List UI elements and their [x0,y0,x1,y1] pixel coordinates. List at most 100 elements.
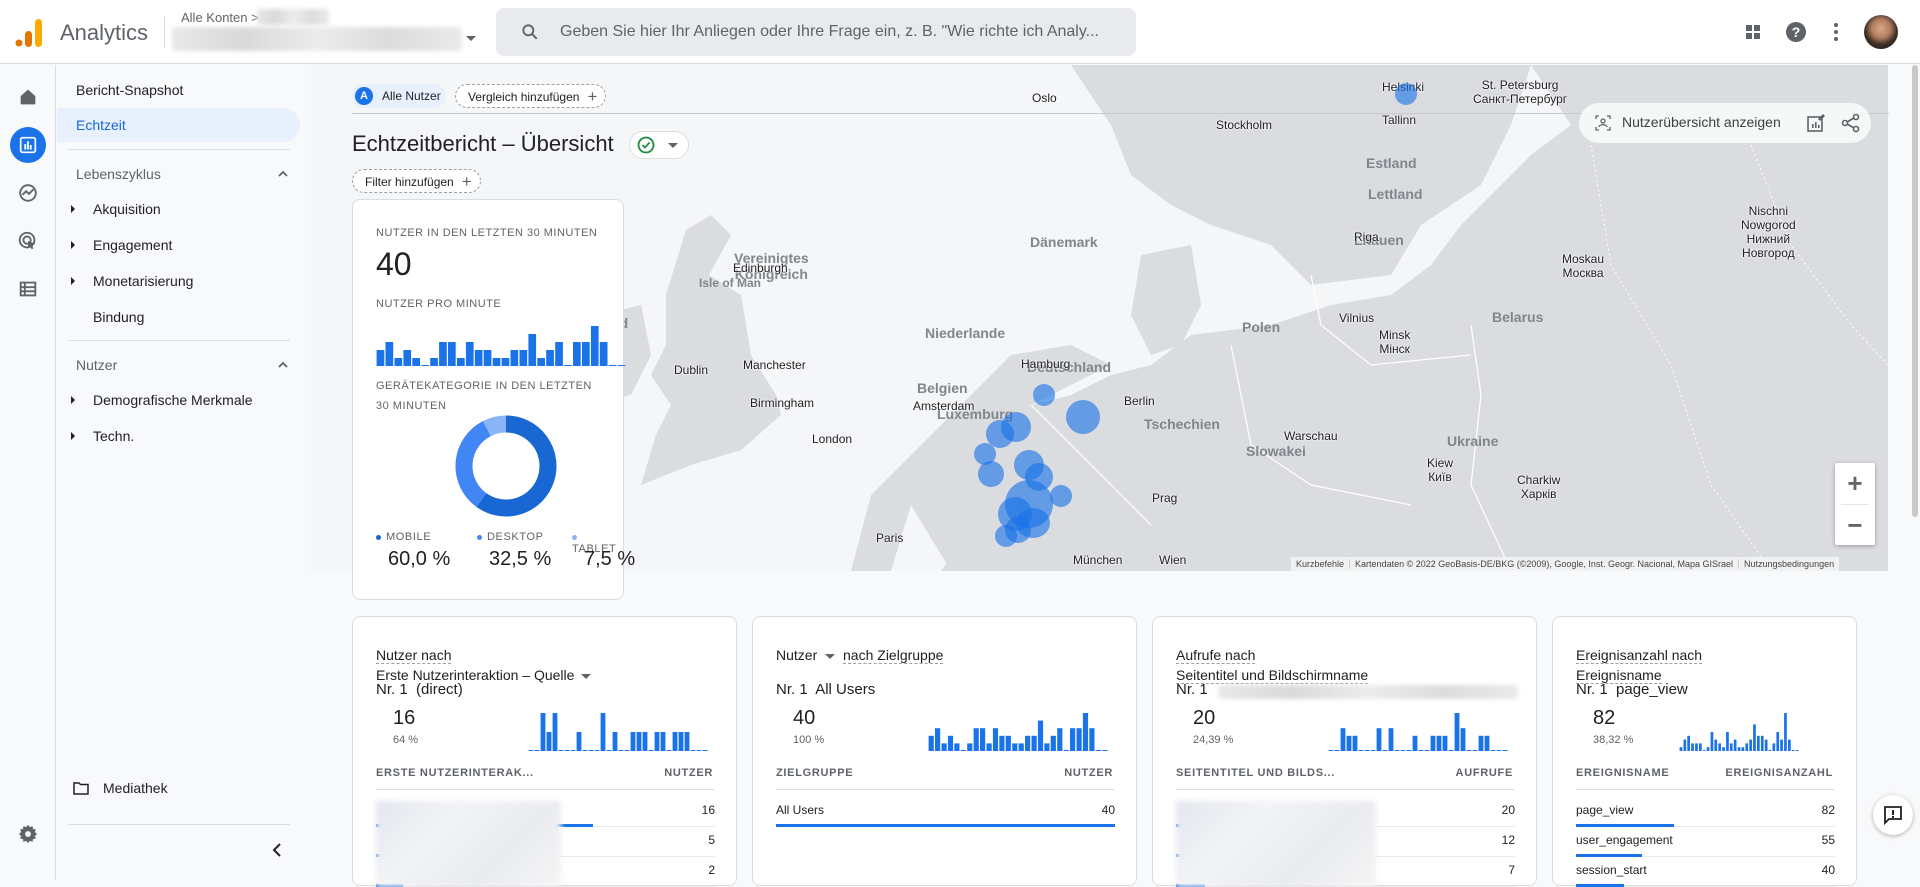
search-bar[interactable] [496,8,1136,56]
spark-bar[interactable] [588,750,594,751]
spark-bar[interactable] [421,365,429,366]
user-location-marker[interactable] [1001,412,1031,442]
spark-bar[interactable] [1460,728,1466,751]
spark-bar[interactable] [1430,735,1436,751]
nav-section-lifecycle[interactable]: Lebenszyklus [76,166,161,182]
spark-bar[interactable] [1394,750,1400,751]
spark-bar[interactable] [928,735,934,751]
metric-selector[interactable]: Nutzer [776,647,817,663]
spark-bar[interactable] [1718,743,1721,751]
spark-bar[interactable] [973,728,979,751]
spark-bar[interactable] [1679,747,1683,751]
spark-bar[interactable] [590,326,599,366]
user-location-marker[interactable] [1005,517,1031,543]
dimension-dropdown-caret-icon[interactable] [581,673,592,679]
spark-bar[interactable] [1037,720,1044,751]
spark-bar[interactable] [1780,739,1783,751]
donut-slice-mobile[interactable] [476,415,557,517]
chevron-up-icon[interactable] [277,359,289,371]
spark-bar[interactable] [1502,750,1508,751]
spark-bar[interactable] [618,750,624,751]
spark-bar[interactable] [1466,750,1472,751]
map-zoom-in-button[interactable]: + [1835,463,1875,503]
table-row[interactable]: All Users 40 [776,797,1115,827]
spark-bar[interactable] [1733,739,1737,751]
spark-bar[interactable] [564,365,572,366]
spark-bar[interactable] [947,735,954,751]
spark-bar[interactable] [1695,743,1698,751]
spark-bar[interactable] [564,750,570,751]
spark-bar[interactable] [1726,732,1729,751]
spark-bar[interactable] [954,743,960,751]
spark-bar[interactable] [1382,750,1388,751]
spark-bar[interactable] [1050,735,1056,751]
spark-bar[interactable] [1699,743,1702,751]
column-header-metric[interactable]: NUTZER [664,767,713,779]
spark-bar[interactable] [612,732,618,751]
user-location-marker[interactable] [978,461,1004,487]
spark-bar[interactable] [1448,750,1454,751]
feedback-button[interactable] [1873,795,1913,835]
table-row[interactable]: user_engagement 55 [1576,827,1835,857]
add-filter-button[interactable]: Filter hinzufügen + [352,169,481,193]
spark-bar[interactable] [1070,728,1076,751]
spark-bar[interactable] [624,750,630,751]
rail-explore[interactable] [10,175,46,211]
spark-bar[interactable] [617,365,626,366]
spark-bar[interactable] [376,350,385,366]
spark-bar[interactable] [1687,735,1690,751]
spark-bar[interactable] [1729,743,1733,751]
spark-bar[interactable] [528,750,534,751]
spark-bar[interactable] [1364,750,1370,751]
rail-configure[interactable] [10,271,46,307]
map-shortcuts-link[interactable]: Kurzbefehle [1291,559,1351,569]
user-location-marker[interactable] [1395,83,1417,105]
spark-bar[interactable] [1757,735,1760,751]
spark-bar[interactable] [1683,739,1687,751]
spark-bar[interactable] [967,743,973,751]
nav-library[interactable]: Mediathek [103,771,168,805]
spark-bar[interactable] [1044,743,1050,751]
spark-bar[interactable] [1722,747,1725,751]
spark-bar[interactable] [1442,735,1448,751]
segment-chip-all-users[interactable]: A Alle Nutzer [352,84,446,108]
spark-bar[interactable] [608,365,617,366]
spark-bar[interactable] [573,342,581,366]
spark-bar[interactable] [582,750,588,751]
spark-bar[interactable] [1063,750,1069,751]
user-location-marker[interactable] [1066,400,1100,434]
rail-home[interactable] [10,79,46,115]
spark-bar[interactable] [1370,750,1376,751]
spark-bar[interactable] [630,732,636,751]
spark-bar[interactable] [980,728,986,751]
rail-reports[interactable] [10,127,46,163]
spark-bar[interactable] [672,732,678,751]
spark-bar[interactable] [1737,747,1741,751]
spark-bar[interactable] [1406,750,1412,751]
spark-bar[interactable] [696,750,702,751]
spark-bar[interactable] [648,750,654,751]
spark-bar[interactable] [992,728,999,751]
spark-bar[interactable] [606,750,612,751]
spark-bar[interactable] [1776,732,1780,751]
spark-bar[interactable] [941,743,947,751]
more-vert-icon[interactable] [1824,20,1848,44]
user-location-marker[interactable] [1050,485,1072,507]
spark-bar[interactable] [1791,750,1795,751]
spark-bar[interactable] [1484,735,1490,751]
spark-bar[interactable] [1424,750,1430,751]
spark-bar[interactable] [654,732,660,751]
spark-bar[interactable] [1772,743,1776,751]
table-row[interactable]: page_view 82 [1576,797,1835,827]
spark-bar[interactable] [1340,728,1346,751]
column-header-dimension[interactable]: ERSTE NUTZERINTERAK... [376,767,534,779]
spark-bar[interactable] [457,358,465,366]
spark-bar[interactable] [582,342,590,366]
spark-bar[interactable] [600,713,606,751]
analytics-logo-icon[interactable] [14,16,44,48]
spark-bar[interactable] [534,750,540,751]
spark-bar[interactable] [1490,750,1496,751]
spark-bar[interactable] [439,342,447,366]
spark-bar[interactable] [636,732,642,751]
spark-bar[interactable] [1089,728,1095,751]
